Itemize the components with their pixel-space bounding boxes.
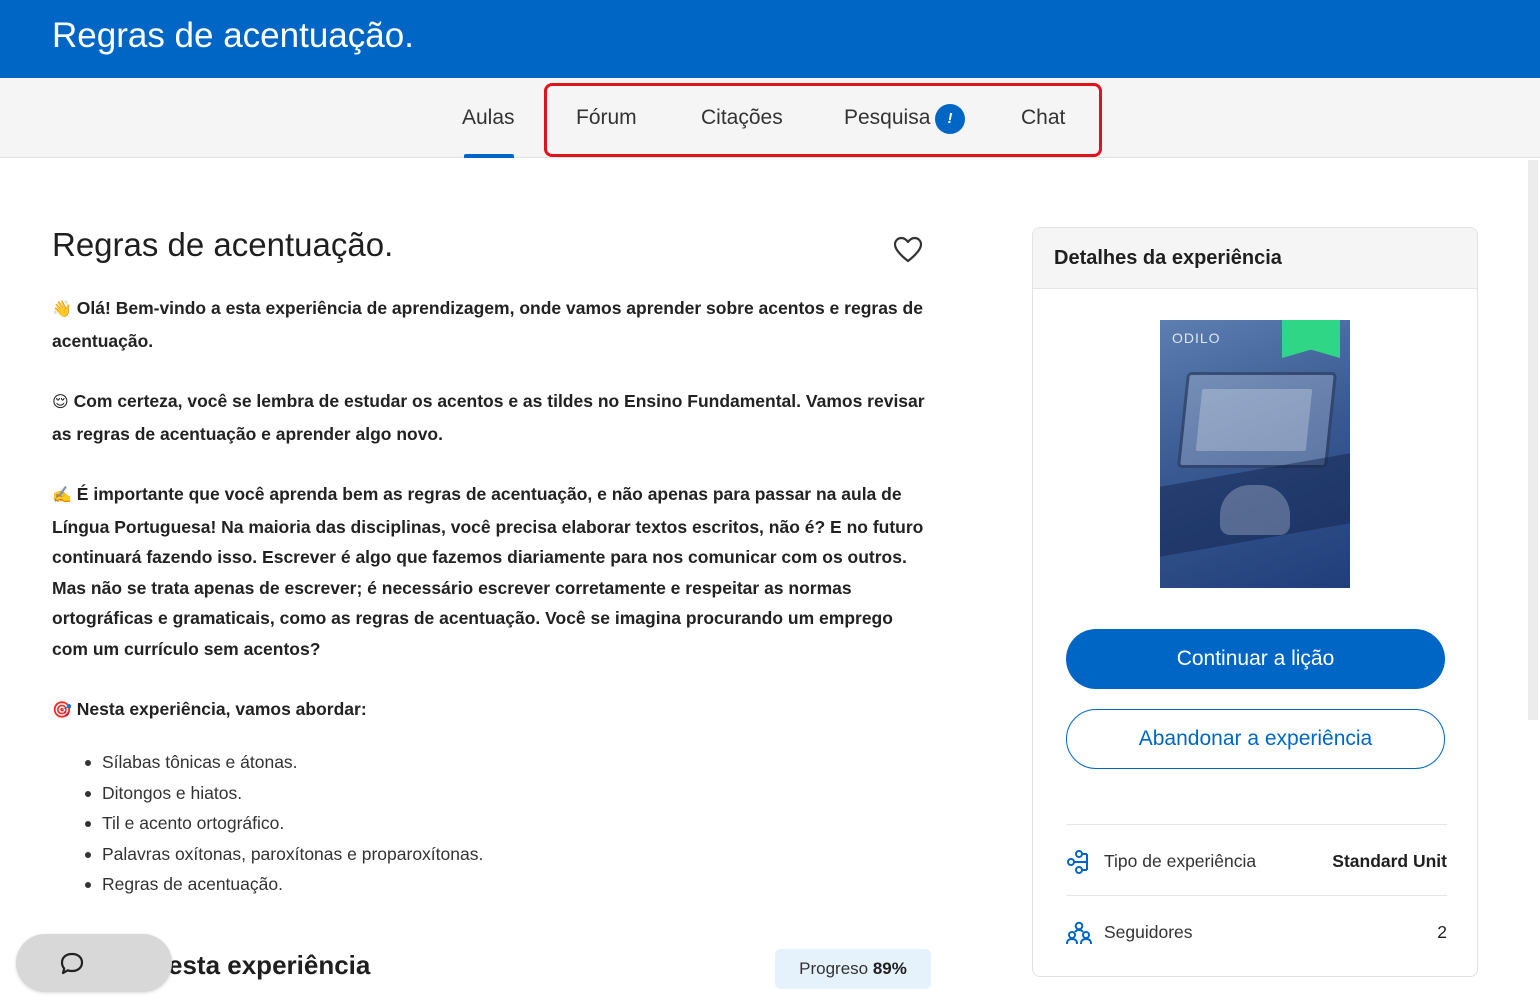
- intro-paragraph: 😌 Com certeza, você se lembra de estudar…: [52, 386, 932, 449]
- scrollbar[interactable]: [1528, 160, 1538, 720]
- intro-paragraph: ✍️ É importante que você aprenda bem as …: [52, 479, 932, 664]
- users-icon: [1066, 921, 1092, 945]
- hierarchy-icon: [1067, 850, 1088, 874]
- writing-hand-icon: ✍️: [52, 487, 72, 504]
- progress-badge: Progreso 89%: [775, 949, 931, 989]
- followers-row: Seguidores 2: [1066, 912, 1447, 952]
- experience-details-card: Detalhes da experiência ODILO Continuar …: [1032, 227, 1478, 977]
- progress-label: Progreso: [799, 959, 869, 978]
- continue-lesson-button[interactable]: Continuar a lição: [1066, 629, 1445, 689]
- followers-count: 2: [1437, 922, 1447, 942]
- tab-bar: Aulas Fórum Citações Pesquisa Chat: [0, 78, 1540, 158]
- tab-pesquisa[interactable]: Pesquisa: [844, 78, 930, 158]
- paragraph-text: Olá! Bem-vindo a esta experiência de apr…: [52, 298, 923, 351]
- paragraph-text: Nesta experiência, vamos abordar:: [76, 699, 367, 719]
- page-title: Regras de acentuação.: [52, 226, 394, 263]
- followers-label: Seguidores: [1104, 922, 1193, 942]
- chat-bubble-icon: [60, 952, 84, 975]
- laptop-illustration: [1176, 372, 1338, 468]
- divider: [1066, 895, 1447, 896]
- paragraph-text: É importante que você aprenda bem as reg…: [52, 484, 924, 659]
- progress-value: 89%: [872, 959, 907, 978]
- tab-aulas[interactable]: Aulas: [462, 78, 515, 158]
- topics-list: Sílabas tônicas e átonas. Ditongos e hia…: [84, 747, 483, 900]
- intro-paragraph: 👋 Olá! Bem-vindo a esta experiência de a…: [52, 293, 932, 356]
- chat-button[interactable]: [16, 934, 172, 992]
- bookmark-ribbon: [1282, 320, 1340, 358]
- hands-illustration: [1220, 485, 1290, 535]
- list-item: Sílabas tônicas e átonas.: [84, 747, 483, 778]
- intro-text: 👋 Olá! Bem-vindo a esta experiência de a…: [52, 293, 932, 757]
- waving-hand-icon: 👋: [52, 301, 72, 318]
- paragraph-text: Com certeza, você se lembra de estudar o…: [52, 391, 925, 444]
- tab-citacoes[interactable]: Citações: [701, 78, 783, 158]
- top-bar: Regras de acentuação.: [0, 0, 1540, 78]
- experience-type-value: Standard Unit: [1332, 851, 1447, 871]
- details-header: Detalhes da experiência: [1033, 228, 1477, 289]
- tab-chat[interactable]: Chat: [1021, 78, 1065, 158]
- list-item: Ditongos e hiatos.: [84, 778, 483, 809]
- experience-type-label: Tipo de experiência: [1104, 851, 1257, 871]
- pesquisa-alert-badge: !: [935, 104, 965, 134]
- cover-logo: ODILO: [1172, 330, 1221, 346]
- intro-paragraph: 🎯 Nesta experiência, vamos abordar:: [52, 694, 932, 727]
- heart-icon[interactable]: [893, 236, 923, 264]
- section-title: esta experiência: [168, 950, 371, 980]
- abandon-experience-button[interactable]: Abandonar a experiência: [1066, 709, 1445, 769]
- course-title: Regras de acentuação.: [52, 16, 414, 55]
- list-item: Regras de acentuação.: [84, 869, 483, 900]
- cover-image: ODILO: [1160, 320, 1350, 588]
- divider: [1066, 824, 1447, 825]
- list-item: Palavras oxítonas, paroxítonas e proparo…: [84, 839, 483, 870]
- relieved-face-icon: 😌: [52, 394, 69, 411]
- target-icon: 🎯: [52, 702, 72, 719]
- experience-type-row: Tipo de experiência Standard Unit: [1066, 841, 1447, 881]
- list-item: Til e acento ortográfico.: [84, 808, 483, 839]
- tab-forum[interactable]: Fórum: [576, 78, 637, 158]
- active-tab-indicator: [464, 154, 514, 158]
